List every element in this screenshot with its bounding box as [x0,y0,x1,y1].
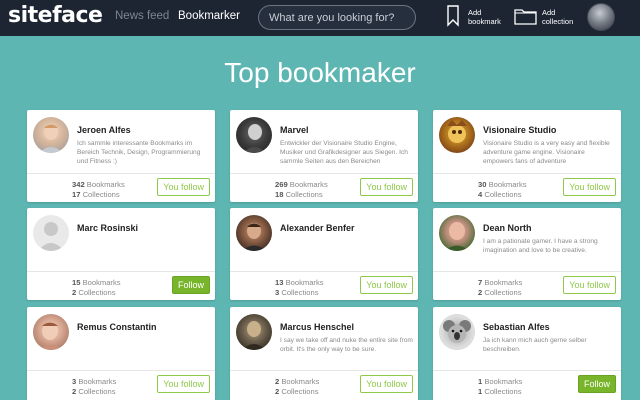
avatar[interactable] [33,117,69,153]
avatar[interactable] [236,215,272,251]
bookmarks-count: 342 Bookmarks [72,180,125,189]
follow-button[interactable]: Follow [171,276,210,294]
site-logo[interactable]: siteface [8,3,103,28]
card-divider [433,173,621,174]
bookmaker-card[interactable]: Marvel Entwickler der Visionaire Studio … [230,110,418,202]
follow-button[interactable]: You follow [360,276,413,294]
bookmaker-name[interactable]: Sebastian Alfes [483,322,550,332]
card-divider [230,370,418,371]
collections-count: 2 Collections [275,387,319,396]
add-collection-label: Add collection [542,8,574,26]
bookmaker-card[interactable]: Sebastian Alfes Ja ich kann mich auch ge… [433,307,621,400]
page-title: Top bookmaker [224,57,416,88]
card-divider [433,370,621,371]
collections-count: 17 Collections [72,190,120,199]
collections-count: 2 Collections [72,387,116,396]
follow-button[interactable]: You follow [360,178,413,196]
follow-button[interactable]: Follow [577,375,616,393]
bookmarks-count: 269 Bookmarks [275,180,328,189]
avatar[interactable] [439,117,475,153]
collections-count: 2 Collections [478,288,522,297]
bookmaker-card[interactable]: Marc Rosinski 15 Bookmarks 2 Collections… [27,208,215,300]
bookmaker-description: Ich sammle interessante Bookmarks im Ber… [77,140,201,165]
bookmaker-name[interactable]: Remus Constantin [77,322,157,332]
nav-bookmarker[interactable]: Bookmarker [178,10,240,22]
bookmaker-description: Ja ich kann mich auch gerne selber besch… [483,337,587,353]
avatar[interactable] [439,314,475,350]
bookmaker-name[interactable]: Jeroen Alfes [77,125,131,135]
bookmark-icon [446,5,460,32]
follow-button[interactable]: You follow [563,178,616,196]
add-bookmark-button[interactable]: Add bookmark [446,5,506,31]
follow-button[interactable]: You follow [563,276,616,294]
add-collection-button[interactable]: Add collection [514,5,580,31]
collections-count: 4 Collections [478,190,522,199]
bookmaker-description: Entwickler der Visionaire Studio Engine,… [280,140,408,165]
follow-button[interactable]: You follow [360,375,413,393]
card-divider [230,173,418,174]
bookmaker-name[interactable]: Marc Rosinski [77,223,138,233]
bookmaker-name[interactable]: Visionaire Studio [483,125,556,135]
follow-button[interactable]: You follow [157,375,210,393]
top-bar: siteface News feed Bookmarker Add bookma… [0,0,640,36]
card-divider [230,271,418,272]
bookmarks-count: 3 Bookmarks [72,377,117,386]
bookmaker-description: I say we take off and nuke the entire si… [280,337,413,353]
bookmarks-count: 15 Bookmarks [72,278,121,287]
search-input[interactable] [258,5,416,30]
bookmaker-name[interactable]: Marvel [280,125,309,135]
nav-news-feed[interactable]: News feed [115,10,169,22]
avatar[interactable] [439,215,475,251]
avatar[interactable] [236,314,272,350]
avatar[interactable] [236,117,272,153]
collections-count: 1 Collections [478,387,522,396]
card-divider [433,271,621,272]
card-divider [27,173,215,174]
bookmarks-count: 30 Bookmarks [478,180,527,189]
bookmaker-card[interactable]: Remus Constantin 3 Bookmarks 2 Collectio… [27,307,215,400]
bookmaker-card[interactable]: Alexander Benfer 13 Bookmarks 3 Collecti… [230,208,418,300]
bookmaker-name[interactable]: Alexander Benfer [280,223,355,233]
card-divider [27,370,215,371]
bookmaker-card[interactable]: Visionaire Studio Visionaire Studio is a… [433,110,621,202]
bookmaker-name[interactable]: Marcus Henschel [280,322,354,332]
bookmarks-count: 1 Bookmarks [478,377,523,386]
card-divider [27,271,215,272]
bookmarks-count: 2 Bookmarks [275,377,320,386]
collections-count: 18 Collections [275,190,323,199]
folder-icon [514,5,538,32]
bookmaker-name[interactable]: Dean North [483,223,532,233]
bookmarks-count: 7 Bookmarks [478,278,523,287]
collections-count: 2 Collections [72,288,116,297]
bookmaker-card[interactable]: Marcus Henschel I say we take off and nu… [230,307,418,400]
bookmarks-count: 13 Bookmarks [275,278,324,287]
bookmaker-card[interactable]: Jeroen Alfes Ich sammle interessante Boo… [27,110,215,202]
add-bookmark-label: Add bookmark [468,8,501,26]
avatar[interactable] [33,314,69,350]
bookmaker-description: Visionaire Studio is a very easy and fle… [483,140,610,165]
user-avatar[interactable] [587,3,615,31]
bookmaker-description: I am a pationate gamer. I have a strong … [483,238,598,254]
avatar[interactable] [33,215,69,251]
follow-button[interactable]: You follow [157,178,210,196]
bookmaker-card[interactable]: Dean North I am a pationate gamer. I hav… [433,208,621,300]
collections-count: 3 Collections [275,288,319,297]
